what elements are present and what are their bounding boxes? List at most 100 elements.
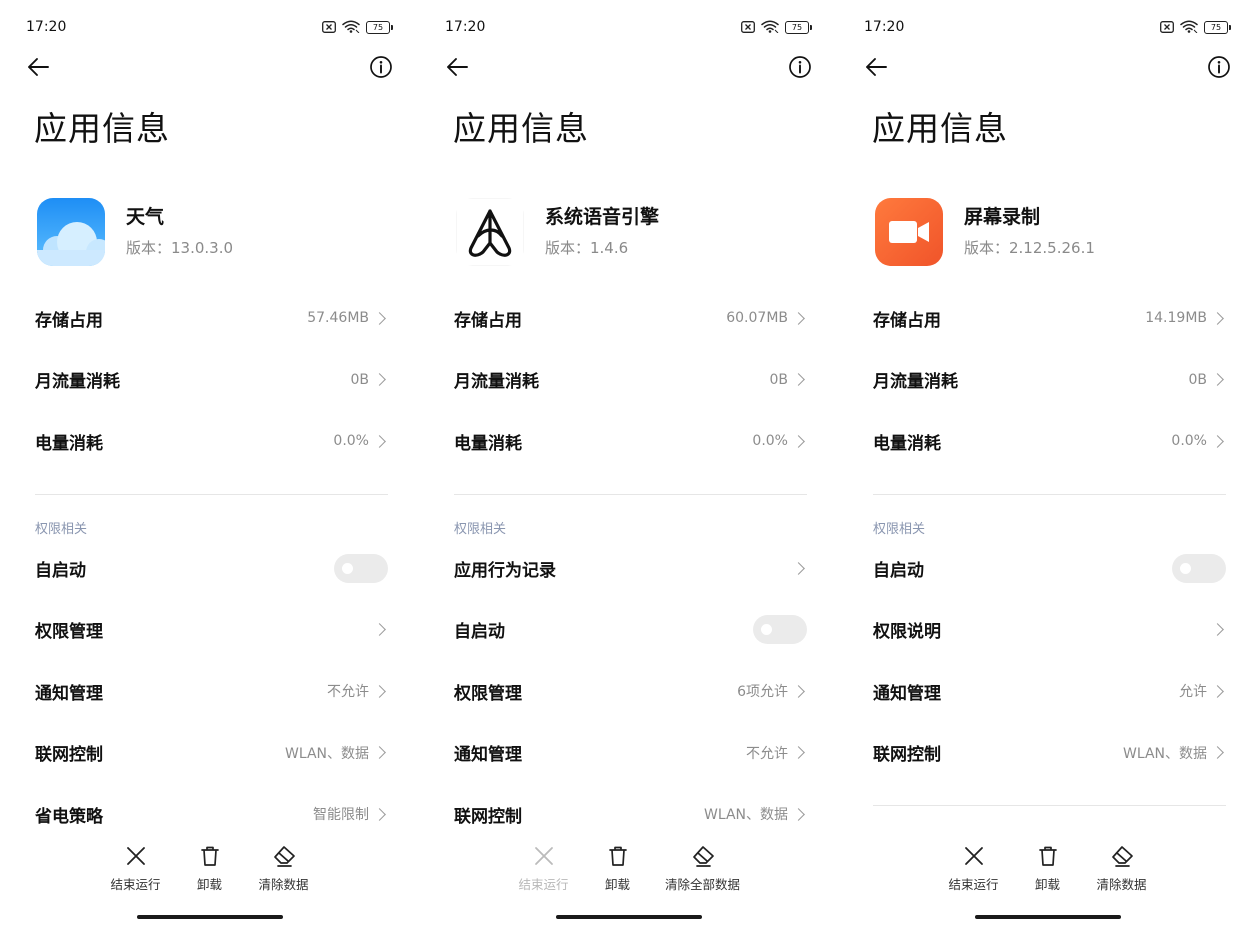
trash-icon [1037,845,1059,871]
wifi-icon [761,18,779,37]
action-label: 结束运行 [948,877,999,892]
top-nav [864,54,1231,84]
row-value: 57.46MB [307,310,369,326]
action-button[interactable]: 结束运行 [507,845,581,893]
action-button[interactable]: 清除数据 [1085,845,1159,893]
action-label: 清除数据 [1096,877,1147,892]
settings-row[interactable]: 存储占用 60.07MB [454,298,807,338]
autostart-toggle[interactable] [753,615,807,644]
back-arrow-icon[interactable] [445,57,469,81]
chevron-right-icon [373,623,386,636]
status-icons: 75 [741,18,812,37]
settings-row[interactable]: 存储占用 14.19MB [873,298,1226,338]
settings-row[interactable]: 权限管理 6项允许 [454,671,807,711]
app-version: 版本：13.0.3.0 [126,239,234,257]
chevron-right-icon [792,807,805,821]
chevron-right-icon [373,684,386,698]
home-indicator[interactable] [136,915,283,919]
action-button[interactable]: 结束运行 [99,845,173,893]
row-label: 自启动 [35,560,86,581]
action-label: 卸载 [196,877,222,892]
battery-icon: 75 [1204,20,1231,34]
chevron-right-icon [792,434,805,448]
row-value: 0.0% [333,433,369,449]
row-value: 允许 [1179,684,1207,700]
settings-row[interactable]: 通知管理 不允许 [454,733,807,773]
voice-engine-logo-icon [456,198,524,266]
page-title: 应用信息 [872,109,1008,148]
battery-icon: 75 [785,20,812,34]
settings-row[interactable]: 通知管理 不允许 [35,671,388,711]
row-label: 月流量消耗 [873,372,958,392]
action-button[interactable]: 卸载 [1011,845,1085,893]
settings-row[interactable]: 电量消耗 0.0% [873,421,1226,461]
home-indicator[interactable] [555,915,702,919]
page-title: 应用信息 [453,109,589,148]
back-arrow-icon[interactable] [864,57,888,81]
info-icon[interactable] [788,55,812,83]
settings-row[interactable]: 自启动 [454,610,807,650]
row-label: 权限管理 [35,622,103,642]
eraser-icon [691,845,715,871]
screen-recorder-icon [875,198,943,266]
settings-row[interactable]: 月流量消耗 0B [454,360,807,400]
phone-screen: 17:20 75 应用信息 天气 版本：13.0.3.0 存储占用 57.46MB 月流量消耗… [0,0,419,930]
close-icon [963,845,985,871]
settings-row[interactable]: 电量消耗 0.0% [454,421,807,461]
action-button[interactable]: 卸载 [581,845,655,893]
settings-row[interactable]: 自启动 [35,548,388,588]
status-time: 17:20 [864,19,905,35]
chevron-right-icon [1211,434,1224,448]
row-label: 存储占用 [35,310,103,331]
settings-row[interactable]: 权限管理 [35,610,388,650]
settings-row[interactable]: 省电策略 智能限制 [35,794,388,834]
section-header: 权限相关 [35,522,88,537]
settings-row[interactable]: 月流量消耗 0B [873,360,1226,400]
settings-row[interactable]: 月流量消耗 0B [35,360,388,400]
settings-row[interactable]: 存储占用 57.46MB [35,298,388,338]
settings-row[interactable]: 权限说明 [873,610,1226,650]
action-button[interactable]: 清除全部数据 [655,845,751,893]
app-info-screens: 17:20 75 应用信息天气 版本：13.0.3.0 存储占用 57.46MB 月流量消耗… [0,0,1260,930]
home-indicator[interactable] [974,915,1121,919]
row-value: 0.0% [752,433,788,449]
settings-row[interactable]: 应用行为记录 [454,548,807,588]
page-title: 应用信息 [34,109,170,148]
top-nav [26,54,393,84]
divider [873,494,1226,495]
eraser-icon [272,845,296,871]
action-label: 清除全部数据 [664,877,740,892]
back-arrow-icon[interactable] [26,57,50,81]
chevron-right-icon [1211,684,1224,698]
settings-row[interactable]: 联网控制 WLAN、数据 [873,733,1226,773]
battery-icon: 75 [366,20,393,34]
info-icon[interactable] [1207,55,1231,83]
status-bar: 17:20 75 [864,17,1231,37]
app-header: 天气 版本：13.0.3.0 [37,198,233,266]
action-button[interactable]: 卸载 [173,845,247,893]
row-label: 电量消耗 [454,433,522,454]
action-button[interactable]: 清除数据 [247,845,321,893]
autostart-toggle[interactable] [1172,553,1226,583]
trash-icon [199,845,221,871]
row-label: 通知管理 [35,683,103,704]
settings-row[interactable]: 联网控制 WLAN、数据 [454,794,807,834]
settings-row[interactable]: 通知管理 允许 [873,671,1226,711]
row-label: 自启动 [873,560,924,581]
sim-blocked-icon [1160,18,1174,37]
chevron-right-icon [373,807,386,821]
row-label: 存储占用 [873,310,941,331]
chevron-right-icon [1211,746,1224,759]
close-icon [125,845,147,871]
bottom-action-bar: 结束运行 卸载 清除数据 [838,845,1257,893]
status-icons: 75 [322,18,393,37]
action-button[interactable]: 结束运行 [937,845,1011,893]
settings-row[interactable]: 电量消耗 0.0% [35,421,388,461]
settings-row[interactable]: 自启动 [873,548,1226,588]
battery-level: 75 [1204,20,1228,34]
row-value: 6项允许 [737,684,788,700]
top-nav [445,54,812,84]
autostart-toggle[interactable] [334,553,388,583]
settings-row[interactable]: 联网控制 WLAN、数据 [35,733,388,773]
info-icon[interactable] [369,55,393,83]
